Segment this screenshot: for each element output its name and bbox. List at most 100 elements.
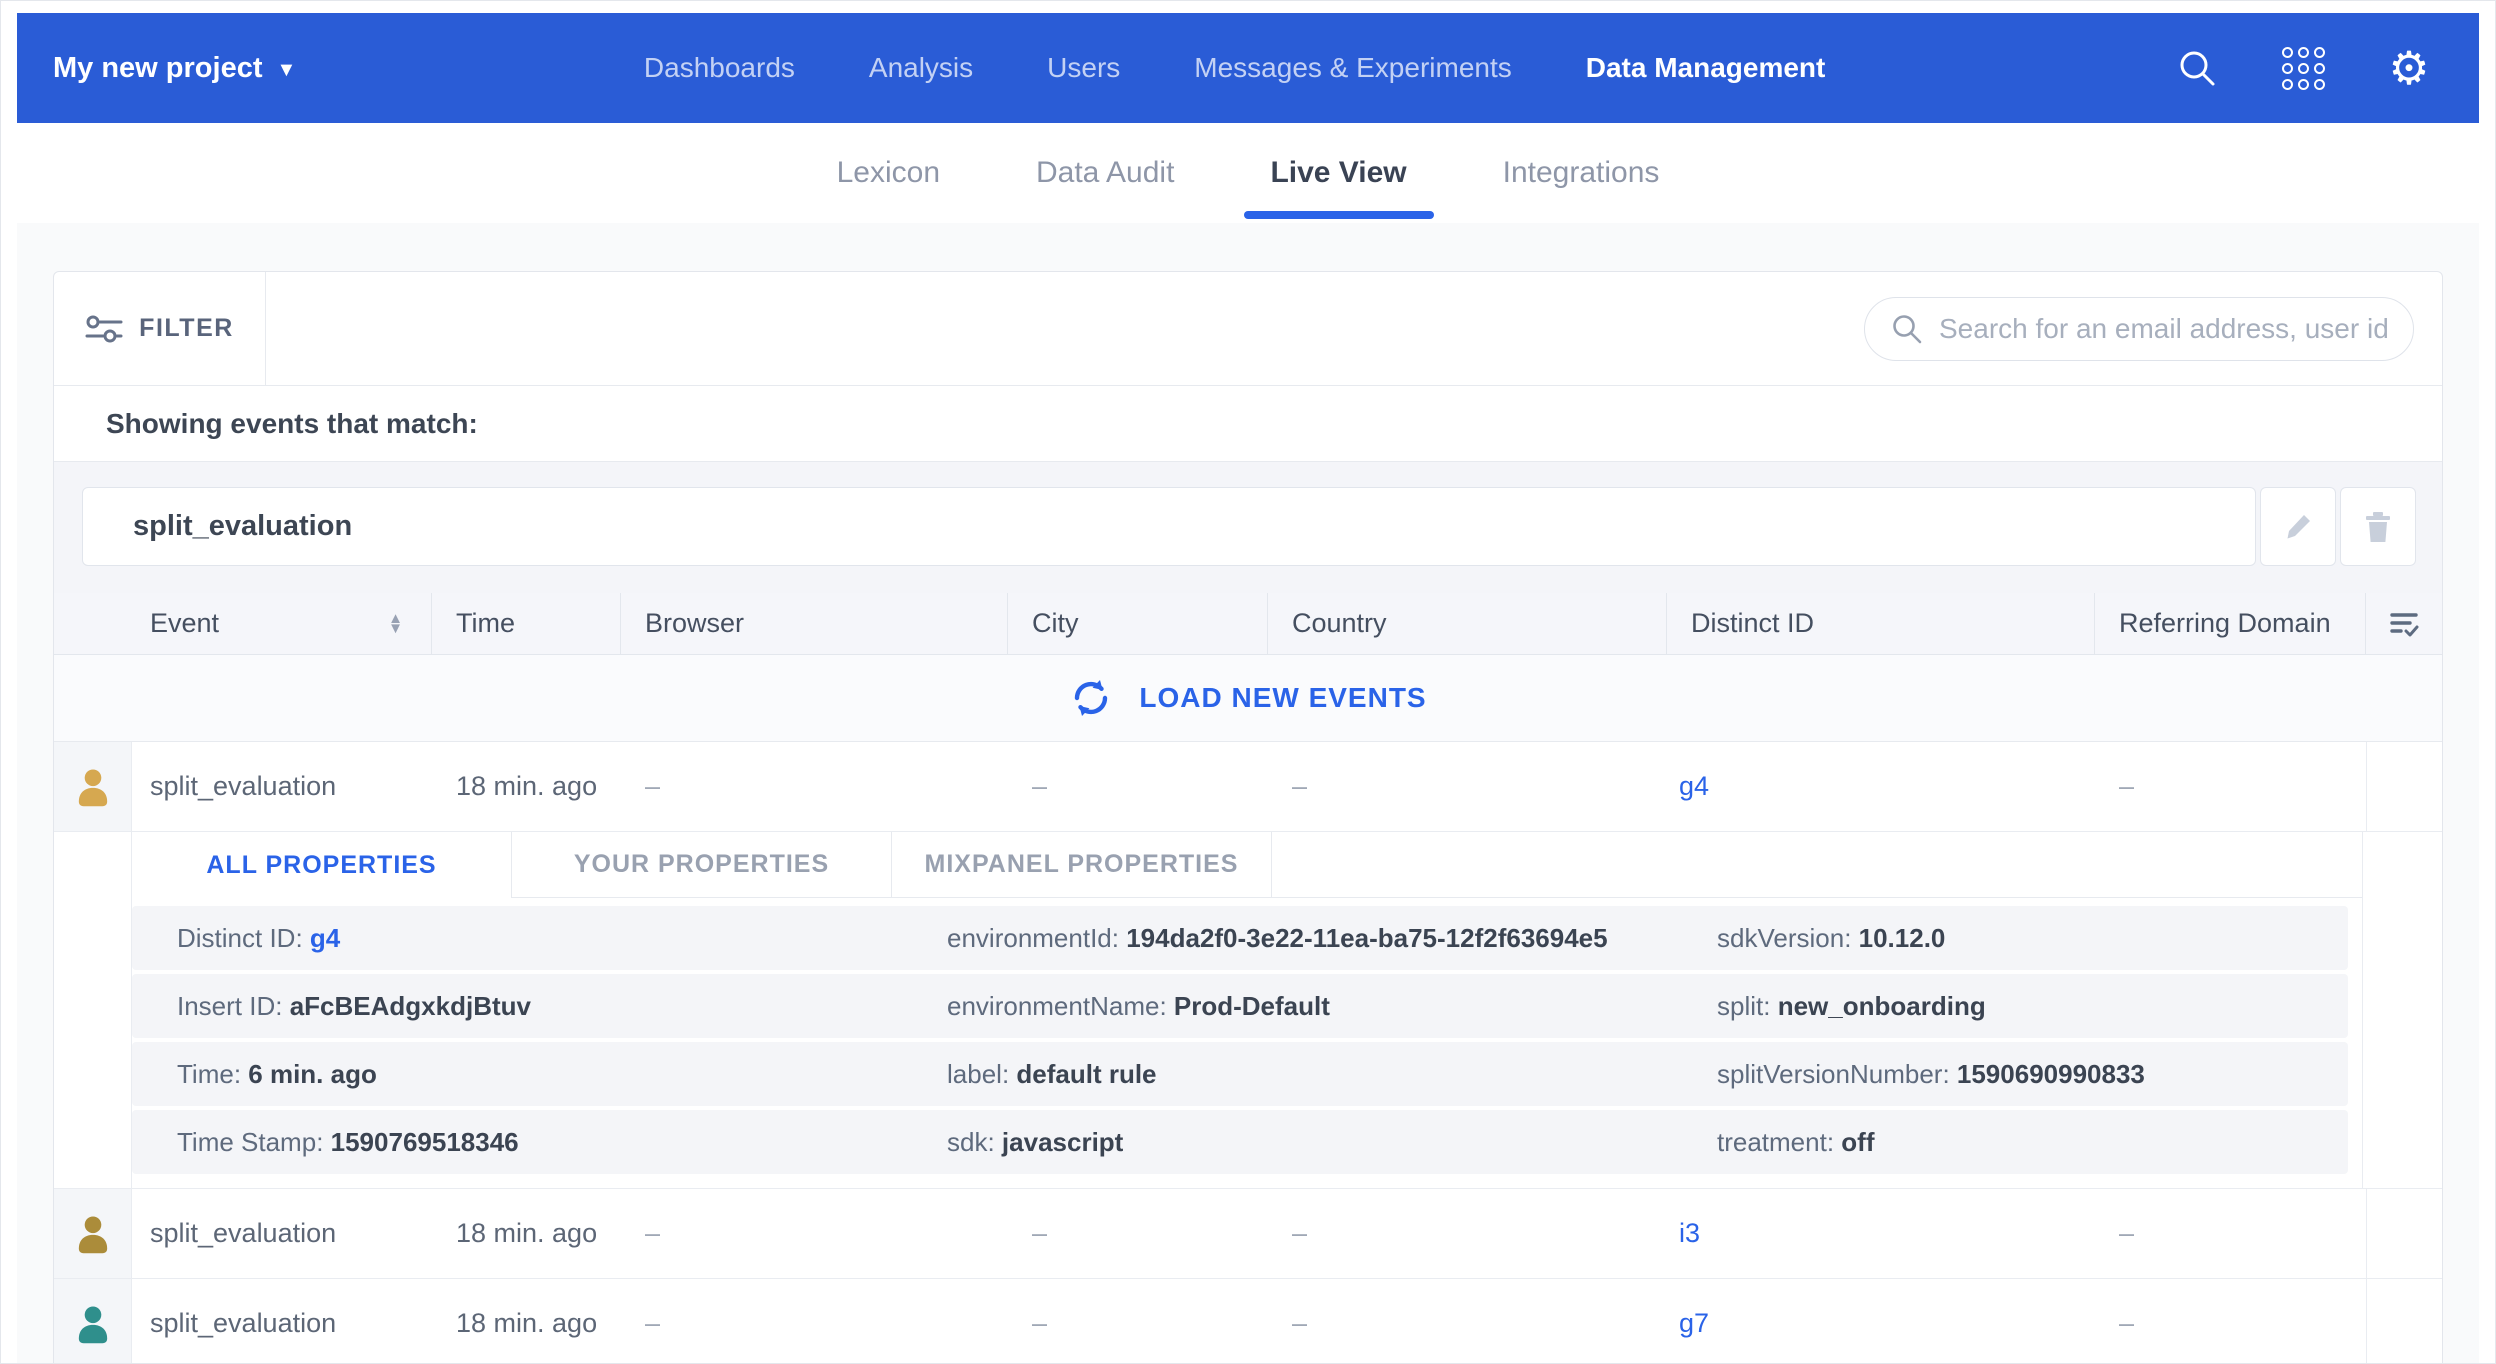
properties-list: Distinct ID: g4environmentId: 194da2f0-3… — [132, 898, 2362, 1188]
event-city: – — [1008, 742, 1268, 831]
details-left-gutter — [54, 832, 132, 1188]
column-header-distinct-id[interactable]: Distinct ID — [1667, 593, 2095, 654]
property-value-link[interactable]: g4 — [310, 923, 340, 953]
top-navbar: My new project ▼ Dashboards Analysis Users… — [17, 13, 2479, 123]
filter-query-chip[interactable]: split_evaluation — [82, 487, 2256, 566]
event-time: 18 min. ago — [432, 1279, 621, 1364]
property-environmentid: environmentId: 194da2f0-3e22-11ea-ba75-1… — [947, 923, 1717, 954]
table-row[interactable]: split_evaluation 18 min. ago – – – g7 – — [54, 1279, 2442, 1364]
properties-tabs-filler — [1272, 832, 2362, 898]
events-match-heading: Showing events that match: — [54, 386, 2442, 462]
live-view-page: My new project ▼ Dashboards Analysis Users… — [0, 0, 2496, 1364]
column-header-browser[interactable]: Browser — [621, 593, 1008, 654]
sort-icon[interactable]: ▲▼ — [388, 614, 403, 633]
user-search-box — [1864, 297, 2414, 361]
column-header-time[interactable]: Time — [432, 593, 621, 654]
property-time: Time: 6 min. ago — [177, 1059, 947, 1090]
property-band: Time Stamp: 1590769518346sdk: javascript… — [132, 1110, 2348, 1174]
tab-live-view[interactable]: Live View — [1260, 123, 1416, 223]
column-header-event[interactable]: Event ▲▼ — [54, 593, 432, 654]
events-table-header: Event ▲▼ Time Browser City Country Disti… — [54, 593, 2442, 655]
table-row[interactable]: split_evaluation 18 min. ago – – – g4 – — [54, 742, 2442, 832]
event-country: – — [1268, 1279, 1667, 1364]
properties-tab-all-properties[interactable]: ALL PROPERTIES — [132, 832, 512, 898]
settings-gear-icon[interactable]: ⚙ — [2385, 44, 2433, 92]
search-icon[interactable] — [2173, 44, 2221, 92]
event-country: – — [1268, 742, 1667, 831]
load-new-events-button[interactable]: LOAD NEW EVENTS — [54, 655, 2442, 742]
property-split: split: new_onboarding — [1717, 991, 2348, 1022]
project-name: My new project — [53, 52, 263, 85]
event-distinct-id[interactable]: g4 — [1667, 742, 2095, 831]
properties-tabs: ALL PROPERTIESYOUR PROPERTIESMIXPANEL PR… — [132, 832, 2362, 898]
event-name: split_evaluation — [132, 1189, 432, 1278]
filter-sliders-icon — [85, 314, 123, 344]
tab-lexicon[interactable]: Lexicon — [827, 123, 950, 223]
event-referring-domain: – — [2095, 1189, 2366, 1278]
event-details-panel: ALL PROPERTIESYOUR PROPERTIESMIXPANEL PR… — [54, 832, 2442, 1189]
data-management-subnav: Lexicon Data Audit Live View Integrations — [17, 123, 2479, 223]
edit-filter-button[interactable] — [2260, 487, 2336, 566]
search-icon — [1891, 313, 1923, 345]
property-band: Distinct ID: g4environmentId: 194da2f0-3… — [132, 906, 2348, 970]
nav-item-dashboards[interactable]: Dashboards — [644, 52, 795, 84]
event-city: – — [1008, 1279, 1268, 1364]
column-header-referring-domain[interactable]: Referring Domain — [2095, 593, 2366, 654]
column-header-city[interactable]: City — [1008, 593, 1268, 654]
column-header-country[interactable]: Country — [1268, 593, 1667, 654]
nav-item-users[interactable]: Users — [1047, 52, 1120, 84]
event-referring-domain: – — [2095, 742, 2366, 831]
property-sdk: sdk: javascript — [947, 1127, 1717, 1158]
properties-tab-your-properties[interactable]: YOUR PROPERTIES — [512, 832, 892, 898]
tab-data-audit[interactable]: Data Audit — [1026, 123, 1184, 223]
nav-menu: Dashboards Analysis Users Messages & Experi… — [296, 52, 2173, 84]
property-sdkversion: sdkVersion: 10.12.0 — [1717, 923, 2348, 954]
event-distinct-id[interactable]: i3 — [1667, 1189, 2095, 1278]
filter-bar: FILTER — [54, 272, 2442, 386]
tab-integrations[interactable]: Integrations — [1493, 123, 1670, 223]
property-insert-id: Insert ID: aFcBEAdgxkdjBtuv — [177, 991, 947, 1022]
event-time: 18 min. ago — [432, 1189, 621, 1278]
property-label: label: default rule — [947, 1059, 1717, 1090]
property-treatment: treatment: off — [1717, 1127, 2348, 1158]
event-country: – — [1268, 1189, 1667, 1278]
property-band: Time: 6 min. agolabel: default rulesplit… — [132, 1042, 2348, 1106]
chevron-down-icon: ▼ — [277, 59, 297, 82]
load-new-events-label: LOAD NEW EVENTS — [1139, 682, 1426, 714]
apps-grid-icon[interactable] — [2279, 44, 2327, 92]
filter-button[interactable]: FILTER — [54, 272, 266, 385]
event-distinct-id[interactable]: g7 — [1667, 1279, 2095, 1364]
properties-tab-mixpanel-properties[interactable]: MIXPANEL PROPERTIES — [892, 832, 1272, 898]
search-input[interactable] — [1939, 313, 2387, 345]
column-settings-icon — [2388, 610, 2420, 638]
filter-button-label: FILTER — [139, 314, 234, 343]
row-end-cell — [2366, 1189, 2442, 1278]
event-browser: – — [621, 1279, 1008, 1364]
event-name: split_evaluation — [132, 742, 432, 831]
nav-icon-group: ⚙ — [2173, 44, 2433, 92]
user-avatar[interactable] — [54, 1189, 132, 1278]
live-view-card: FILTER Showing events that match: split_… — [53, 271, 2443, 1364]
property-distinct-id: Distinct ID: g4 — [177, 923, 947, 954]
table-row[interactable]: split_evaluation 18 min. ago – – – i3 – — [54, 1189, 2442, 1279]
property-time-stamp: Time Stamp: 1590769518346 — [177, 1127, 947, 1158]
property-splitversionnumber: splitVersionNumber: 1590690990833 — [1717, 1059, 2348, 1090]
nav-item-data-management[interactable]: Data Management — [1586, 52, 1826, 84]
person-icon — [74, 767, 112, 807]
refresh-icon — [1069, 676, 1113, 720]
column-options-button[interactable] — [2366, 593, 2442, 654]
nav-item-analysis[interactable]: Analysis — [869, 52, 973, 84]
nav-item-messages-experiments[interactable]: Messages & Experiments — [1194, 52, 1511, 84]
pencil-icon — [2283, 512, 2313, 542]
user-avatar[interactable] — [54, 1279, 132, 1364]
main-area: FILTER Showing events that match: split_… — [17, 223, 2479, 1364]
trash-icon — [2363, 511, 2393, 543]
details-right-gutter — [2362, 832, 2442, 1188]
delete-filter-button[interactable] — [2340, 487, 2416, 566]
user-avatar[interactable] — [54, 742, 132, 831]
event-referring-domain: – — [2095, 1279, 2366, 1364]
project-switcher[interactable]: My new project ▼ — [53, 52, 296, 85]
event-name: split_evaluation — [132, 1279, 432, 1364]
row-end-cell — [2366, 1279, 2442, 1364]
property-environmentname: environmentName: Prod-Default — [947, 991, 1717, 1022]
